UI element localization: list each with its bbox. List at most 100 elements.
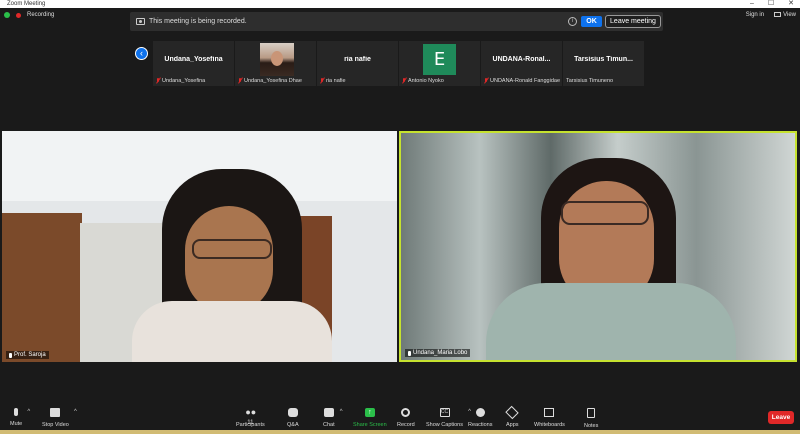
whiteboard-icon [544,408,555,417]
participant-tile[interactable]: E Antonio Nyoko [399,41,480,86]
leave-meeting-button[interactable]: Leave meeting [605,15,661,28]
mic-muted-icon [402,78,406,84]
reactions-button[interactable]: Reactions [468,408,492,428]
record-button[interactable]: Record [397,408,415,428]
participant-tile[interactable]: Undana_Yosefina Undana_Yosefina [153,41,234,86]
strip-prev-button[interactable]: ‹ [135,47,148,60]
participant-label: Antonio Nyoko [402,78,444,84]
participant-display-name: ria nafie [344,56,371,63]
participant-label-text: UNDANA-Ronald Fanggidae [490,78,561,84]
participant-label: Tarsisius Timuneno [566,78,613,84]
notes-button[interactable]: Notes [584,408,598,429]
participant-label: Undana_Yosefina Dhae [238,78,302,84]
mic-muted-icon [484,78,488,84]
whiteboards-label: Whiteboards [534,422,565,428]
camera-icon [50,408,61,417]
participant-display-name: Undana_Yosefina [164,56,223,63]
mic-muted-icon [156,78,160,84]
window-title: Zoom Meeting [7,1,46,7]
speaker-glasses [561,201,649,225]
leave-button[interactable]: Leave [768,411,794,424]
chat-label: Chat [323,422,335,428]
view-label: View [783,12,796,19]
microphone-icon [14,408,19,416]
recording-notice-message: This meeting is being recorded. [149,18,247,25]
share-screen-label: Share Screen [353,422,387,428]
top-right-controls: Sign in View [746,12,796,18]
participant-label: Undana_Yosefina [156,78,205,84]
view-button[interactable]: View [774,12,796,18]
qa-label: Q&A [287,422,299,428]
recording-dot-icon [16,12,21,18]
chat-icon [323,408,334,417]
participant-display-name: Tarsisius Timun... [574,56,633,63]
window-controls: – ☐ ✕ [750,0,794,8]
participant-tile[interactable]: Undana_Yosefina Dhae [235,41,316,86]
participant-display-name: UNDANA-Ronal... [492,56,551,63]
chevron-up-icon[interactable]: ^ [340,409,343,415]
apps-label: Apps [506,422,519,428]
chevron-up-icon[interactable]: ^ [74,409,77,415]
window-titlebar: Zoom Meeting – ☐ ✕ [0,0,800,8]
minimize-button[interactable]: – [750,0,754,8]
mute-button[interactable]: Mute ^ [10,408,30,427]
chat-button[interactable]: Chat ^ [323,408,343,428]
participant-tile[interactable]: Tarsisius Timun... Tarsisius Timuneno [563,41,644,86]
close-window-button[interactable]: ✕ [788,0,794,8]
apps-icon [505,405,519,420]
video-tile-left[interactable]: Prof. Saroja [2,131,397,362]
recording-label: Recording [27,12,55,18]
participants-icon: ●● 11 [245,407,257,427]
background-cabinet [2,213,82,362]
info-icon[interactable]: i [568,17,577,26]
show-captions-button[interactable]: CC Show Captions ^ [426,408,471,428]
participants-button[interactable]: ●● 11 Participants [236,407,265,429]
speaker-face [185,206,273,314]
participant-tile[interactable]: ria nafie ria nafie [317,41,398,86]
notes-icon [587,408,596,418]
participant-label-text: Undana_Yosefina Dhae [244,78,302,84]
participant-video-thumbnail [260,43,294,76]
whiteboards-button[interactable]: Whiteboards [534,408,565,428]
qa-button[interactable]: Q&A [287,408,299,428]
show-captions-label: Show Captions [426,422,463,428]
maximize-button[interactable]: ☐ [768,0,774,8]
mic-muted-icon [320,78,324,84]
security-shield-icon[interactable] [4,12,10,18]
participant-label: UNDANA-Ronald Fanggidae [484,78,560,84]
video-name-label: Prof. Saroja [6,351,49,359]
record-icon [401,408,411,417]
taskbar-edge [0,430,800,434]
participant-label-text: ria nafie [326,78,346,84]
stop-video-button[interactable]: Stop Video ^ [42,408,77,428]
video-tile-right-active-speaker[interactable]: Undana_Maria Lobo [399,131,797,362]
participant-label-text: Undana_Yosefina [162,78,206,84]
mic-icon [9,352,12,358]
participant-tile[interactable]: UNDANA-Ronal... UNDANA-Ronald Fanggidae [481,41,562,86]
captions-icon: CC [439,408,450,417]
meeting-stage: Recording This meeting is being recorded… [0,8,800,402]
mic-icon [408,350,411,356]
qa-icon [287,408,298,417]
notes-label: Notes [584,423,599,429]
stop-video-label: Stop Video [42,422,69,428]
speaker-body [132,301,332,362]
participants-label: Participants [236,422,265,428]
sign-in-button[interactable]: Sign in [746,12,764,18]
mic-muted-icon [238,78,242,84]
video-name-label: Undana_Maria Lobo [405,349,471,357]
mute-label: Mute [10,421,23,427]
chevron-up-icon[interactable]: ^ [27,409,30,415]
recording-notice-banner: This meeting is being recorded. i OK Lea… [130,12,663,31]
video-name-text: Prof. Saroja [14,352,46,358]
participant-face [271,51,283,66]
record-label: Record [397,422,415,428]
apps-button[interactable]: Apps [505,405,519,428]
share-screen-button[interactable]: ↑ Share Screen [353,408,387,428]
participant-avatar: E [423,44,456,75]
video-name-text: Undana_Maria Lobo [413,350,468,356]
record-notice-icon [136,18,145,25]
ok-button[interactable]: OK [581,16,602,27]
recording-indicator: Recording [4,12,54,18]
reactions-icon [475,408,485,417]
